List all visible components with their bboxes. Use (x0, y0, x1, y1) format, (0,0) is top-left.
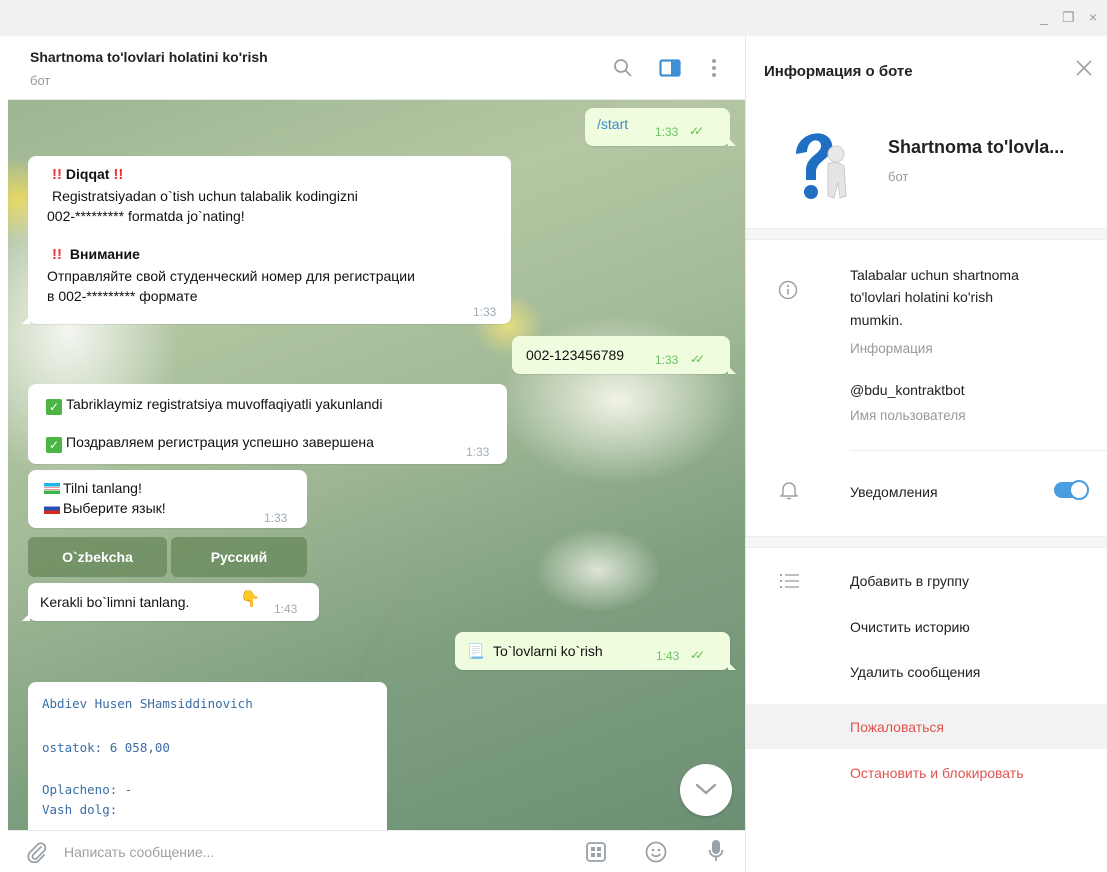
message-text: To`lovlarni ko`rish (493, 643, 603, 659)
message-start[interactable]: /start 1:33 ✓✓ (585, 108, 736, 146)
message-result[interactable]: Abdiev Husen SHamsiddinovich ostatok: 6 … (28, 682, 387, 830)
warning-title-ru: Внимание (69, 246, 140, 262)
section-separator (746, 228, 1107, 240)
notifications-label: Уведомления (850, 484, 938, 500)
chat-messages-area[interactable]: /start 1:33 ✓✓ !! Diqqat !! Registratsiy… (8, 100, 745, 830)
message-time: 1:33 (655, 125, 679, 139)
point-down-icon: 👇 (240, 591, 260, 608)
message-code[interactable]: 002-123456789 1:33 ✓✓ (512, 336, 736, 374)
close-icon[interactable] (1074, 58, 1094, 81)
bot-commands-icon[interactable] (586, 842, 606, 865)
bot-description-3: mumkin. (850, 312, 903, 328)
read-ticks-icon: ✓✓ (690, 648, 705, 662)
check-icon: ✓ (46, 399, 62, 415)
language-text-uz: Tilni tanlang! (63, 480, 142, 496)
description-label: Информация (850, 341, 933, 356)
uzbekistan-flag-icon (44, 483, 60, 494)
stop-and-block-button[interactable]: Остановить и блокировать (850, 765, 1024, 781)
keyboard-button-russian[interactable]: Русский (171, 537, 307, 577)
message-composer: Написать сообщение... (8, 830, 745, 872)
message-text: 002-123456789 (526, 347, 625, 363)
chat-subtitle: бот (30, 73, 51, 88)
info-icon (778, 280, 798, 303)
warning-icon: !! (52, 166, 62, 183)
message-text: /start (597, 116, 629, 132)
divider (850, 450, 1107, 451)
clear-history-button[interactable]: Очистить историю (850, 619, 970, 635)
bell-icon (780, 480, 798, 503)
sidebar-toggle-icon[interactable] (659, 58, 681, 81)
success-text-uz: Tabriklaymiz registratsiya muvoffaqiyatl… (66, 396, 383, 412)
bot-avatar[interactable] (786, 124, 854, 204)
more-vertical-icon[interactable] (711, 58, 717, 81)
bot-description-2: to'lovlari holatini ko'rish (850, 289, 994, 305)
keyboard-button-uzbek[interactable]: O`zbekcha (28, 537, 167, 577)
attach-icon[interactable] (26, 841, 48, 866)
message-time: 1:33 (264, 511, 288, 525)
message-input[interactable]: Написать сообщение... (64, 844, 214, 860)
window-titlebar: _ ❐ × (0, 0, 1107, 36)
language-text-ru: Выберите язык! (63, 500, 166, 516)
warning-text-ru-1: Отправляйте свой студенческий номер для … (47, 268, 415, 284)
microphone-icon[interactable] (708, 839, 724, 866)
message-time: 1:33 (466, 445, 490, 459)
minimize-button[interactable]: _ (1040, 9, 1048, 25)
report-button[interactable]: Пожаловаться (850, 719, 944, 735)
search-icon[interactable] (613, 58, 633, 81)
result-debt: Vash dolg: (42, 802, 118, 817)
success-text-ru: Поздравляем регистрация успешно завершен… (66, 434, 374, 450)
message-section[interactable]: Kerakli bo`limni tanlang. 👇 1:43 (22, 583, 319, 621)
warning-title-uz: Diqqat (65, 166, 110, 182)
result-paid: Oplacheno: - (42, 782, 133, 797)
list-icon (780, 573, 800, 592)
message-time: 1:43 (274, 602, 298, 616)
warning-text-uz-1: Registratsiyadan o`tish uchun talabalik … (52, 188, 358, 204)
warning-text-uz-2: 002-********* formatda jo`nating! (47, 208, 245, 224)
restore-button[interactable]: ❐ (1062, 9, 1075, 26)
emoji-icon[interactable] (645, 841, 667, 866)
bot-username[interactable]: @bdu_kontraktbot (850, 380, 965, 400)
result-balance: ostatok: 6 058,00 (42, 740, 170, 755)
chevron-down-icon (695, 783, 717, 795)
bot-subtitle: бот (888, 169, 909, 184)
delete-messages-button[interactable]: Удалить сообщения (850, 664, 980, 680)
warning-icon: !! (52, 246, 62, 263)
warning-text-ru-2: в 002-********* формате (47, 288, 198, 304)
bot-name: Shartnoma to'lovla... (888, 137, 1065, 157)
scroll-down-button[interactable] (680, 764, 732, 816)
message-language[interactable]: Tilni tanlang! Выберите язык! 1:33 (28, 470, 307, 528)
message-time: 1:33 (655, 353, 679, 367)
message-text: Kerakli bo`limni tanlang. (40, 594, 190, 610)
username-label: Имя пользователя (850, 408, 966, 423)
message-warning[interactable]: !! Diqqat !! Registratsiyadan o`tish uch… (22, 156, 511, 324)
add-to-group-button[interactable]: Добавить в группу (850, 573, 969, 589)
read-ticks-icon: ✓✓ (689, 124, 704, 138)
warning-icon: !! (113, 166, 124, 183)
chat-header: Shartnoma to'lovlari holatini ko'rish бо… (8, 36, 745, 100)
panel-title: Информация о боте (764, 63, 913, 80)
message-time: 1:33 (473, 305, 497, 319)
chat-title[interactable]: Shartnoma to'lovlari holatini ko'rish (30, 49, 268, 65)
close-window-button[interactable]: × (1089, 9, 1097, 25)
russia-flag-icon (44, 503, 60, 514)
result-name: Abdiev Husen SHamsiddinovich (42, 696, 253, 711)
document-icon: 📃 (467, 643, 485, 659)
read-ticks-icon: ✓✓ (690, 352, 705, 366)
check-icon: ✓ (46, 437, 62, 453)
message-time: 1:43 (656, 649, 680, 663)
message-success[interactable]: ✓ Tabriklaymiz registratsiya muvoffaqiyat… (28, 384, 507, 464)
section-separator (746, 536, 1107, 548)
message-payments[interactable]: 📃 To`lovlarni ko`rish 1:43 ✓✓ (455, 632, 736, 670)
bot-description-1: Talabalar uchun shartnoma (850, 267, 1019, 283)
bot-info-panel: Информация о боте Shartnoma to'lovla... … (746, 36, 1107, 872)
notifications-toggle[interactable] (1054, 480, 1089, 500)
